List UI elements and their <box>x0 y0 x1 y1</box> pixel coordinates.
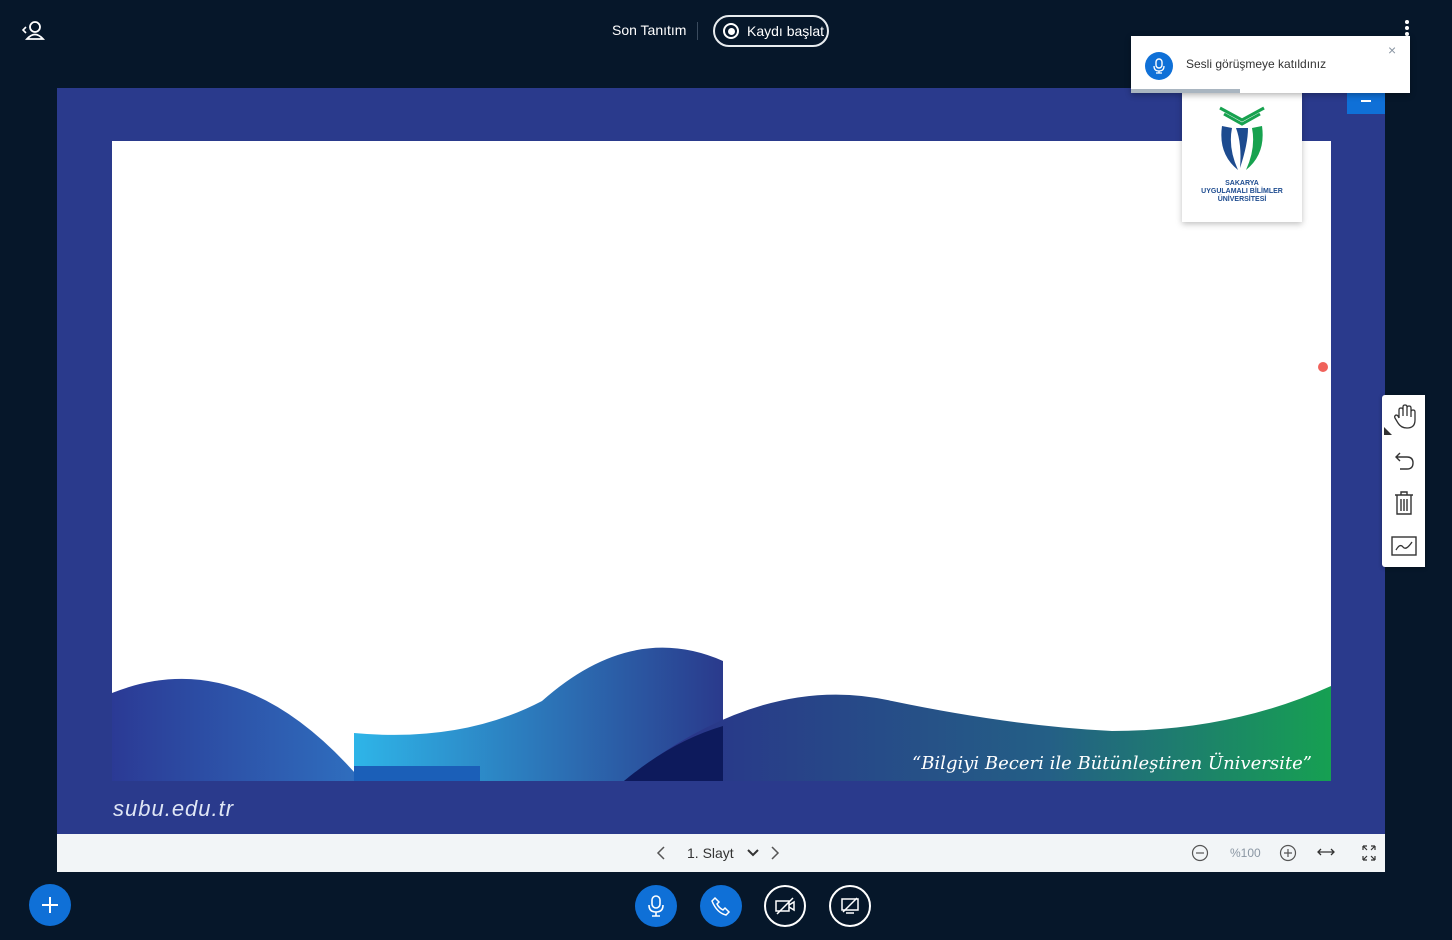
mute-button[interactable] <box>635 885 677 927</box>
slide-wave-graphic <box>112 647 1331 781</box>
share-screen-button[interactable] <box>829 885 871 927</box>
record-label: Kaydı başlat <box>747 23 825 39</box>
zoom-out-button[interactable] <box>1191 844 1209 862</box>
whiteboard-toolbar <box>1382 395 1425 567</box>
logo-line-1: SAKARYA <box>1225 180 1259 187</box>
logo-line-2: UYGULAMALI BİLİMLER <box>1201 188 1283 195</box>
presentation-toolbar: 1. Slayt %100 <box>57 834 1385 872</box>
notification-text: Sesli görüşmeye katıldınız <box>1186 57 1327 71</box>
screenshare-off-icon <box>841 897 859 914</box>
share-webcam-button[interactable] <box>764 885 806 927</box>
zoom-out-icon <box>1191 844 1209 862</box>
multi-user-whiteboard-button[interactable] <box>1382 524 1425 567</box>
fullscreen-icon <box>1362 845 1376 861</box>
clear-annotations-button[interactable] <box>1382 481 1425 524</box>
close-icon[interactable]: × <box>1388 42 1396 58</box>
zoom-in-icon <box>1279 844 1297 862</box>
slide-website: subu.edu.tr <box>113 796 235 821</box>
next-slide-button[interactable] <box>767 844 783 862</box>
zoom-level: %100 <box>1230 846 1261 860</box>
university-logo-icon <box>1219 106 1265 170</box>
title-separator <box>697 22 698 40</box>
tool-corner-indicator <box>1384 427 1392 435</box>
chevron-down-icon <box>746 849 759 857</box>
undo-button[interactable] <box>1382 438 1425 481</box>
more-options-icon <box>1405 20 1409 24</box>
microphone-icon <box>648 895 664 917</box>
chevron-right-icon <box>771 846 780 860</box>
logo-line-3: ÜNİVERSİTESİ <box>1217 196 1267 203</box>
fit-to-width-button[interactable] <box>1316 845 1336 864</box>
notification-progress <box>1131 89 1240 93</box>
hand-tool-button[interactable] <box>1382 395 1425 438</box>
actions-button[interactable] <box>29 884 71 926</box>
slide-content: “Bilgiyi Beceri ile Bütünleştiren Üniver… <box>112 141 1331 781</box>
microphone-icon <box>1145 52 1173 80</box>
slide-select-value: 1. Slayt <box>687 845 734 861</box>
trash-icon <box>1394 490 1413 515</box>
hand-icon <box>1393 403 1416 429</box>
chevron-left-icon <box>656 846 665 860</box>
previous-slide-button[interactable] <box>653 844 669 862</box>
slide-quote: “Bilgiyi Beceri ile Bütünleştiren Üniver… <box>912 753 1312 774</box>
university-logo: SAKARYA UYGULAMALI BİLİMLER ÜNİVERSİTESİ <box>1182 90 1302 222</box>
meeting-title: Son Tanıtım <box>612 22 687 38</box>
video-off-icon <box>775 897 795 915</box>
phone-icon <box>711 896 731 916</box>
fullscreen-button[interactable] <box>1361 844 1377 862</box>
start-recording-button[interactable]: Kaydı başlat <box>713 15 829 47</box>
notification-toast: Sesli görüşmeye katıldınız × <box>1131 36 1410 93</box>
slide-select[interactable]: 1. Slayt <box>687 845 760 861</box>
annotation-cursor-dot <box>1318 362 1328 372</box>
zoom-in-button[interactable] <box>1279 844 1297 862</box>
users-toggle-icon <box>21 21 46 40</box>
fit-width-icon <box>1317 848 1335 856</box>
plus-icon <box>42 897 58 913</box>
minimize-icon <box>1361 100 1371 102</box>
undo-icon <box>1394 452 1414 470</box>
record-icon <box>723 23 739 39</box>
user-list-toggle-button[interactable] <box>20 18 46 44</box>
presentation-area: “Bilgiyi Beceri ile Bütünleştiren Üniver… <box>57 88 1385 834</box>
whiteboard-icon <box>1390 535 1417 556</box>
leave-audio-button[interactable] <box>700 885 742 927</box>
